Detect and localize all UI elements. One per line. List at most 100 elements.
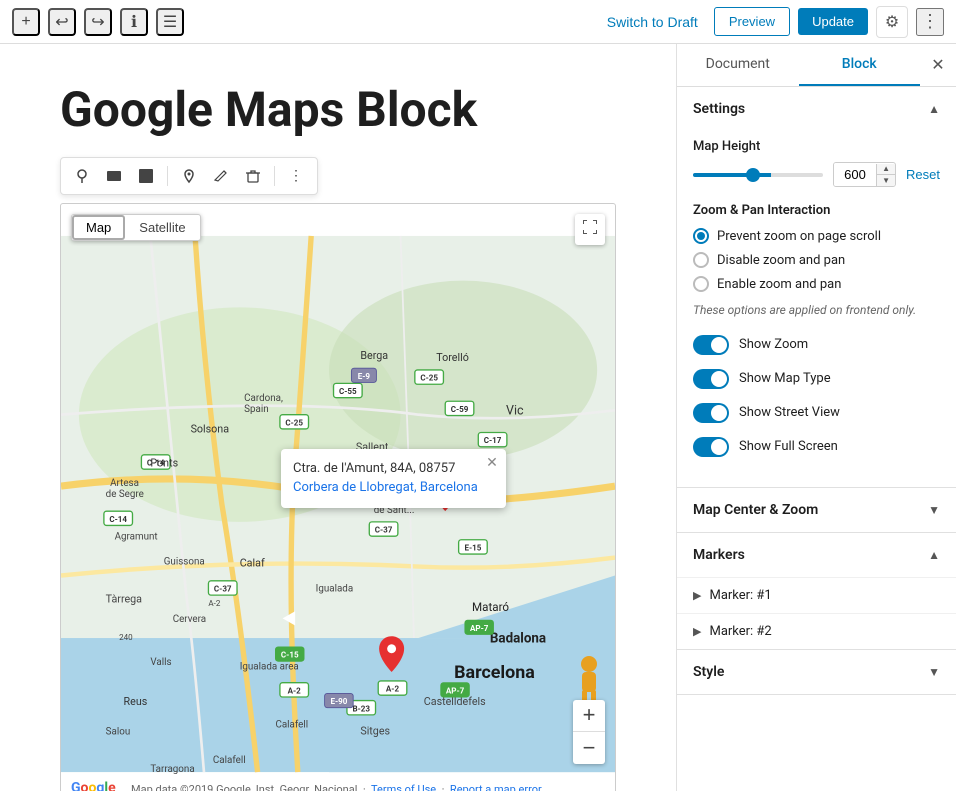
svg-text:Solsona: Solsona xyxy=(191,422,230,435)
more-options-button[interactable]: ⋮ xyxy=(916,8,944,36)
report-link[interactable]: Report a map error xyxy=(450,783,542,791)
svg-text:Tarragona: Tarragona xyxy=(150,764,194,775)
google-logo-text: G xyxy=(71,780,81,791)
svg-text:Salou: Salou xyxy=(106,726,131,737)
marker-1-arrow-icon: ▶ xyxy=(693,589,701,602)
radio-prevent-label: Prevent zoom on page scroll xyxy=(717,229,881,244)
toolbar-layout2-button[interactable] xyxy=(131,162,161,190)
undo-button[interactable]: ↩ xyxy=(48,8,76,36)
svg-text:C-37: C-37 xyxy=(375,525,393,534)
radio-enable-label: Enable zoom and pan xyxy=(717,277,841,292)
height-increment-button[interactable]: ▲ xyxy=(877,164,895,175)
tab-document[interactable]: Document xyxy=(677,44,799,86)
svg-text:C-25: C-25 xyxy=(420,373,438,382)
map-height-row: 600 ▲ ▼ Reset xyxy=(693,162,940,187)
radio-disable[interactable]: Disable zoom and pan xyxy=(693,252,940,268)
radio-enable-indicator xyxy=(693,276,709,292)
svg-text:Tàrrega: Tàrrega xyxy=(106,592,143,605)
update-button[interactable]: Update xyxy=(798,8,868,35)
map-streetview-pegman[interactable] xyxy=(573,654,605,704)
svg-text:Calafell: Calafell xyxy=(275,719,308,730)
toggle-streetview-thumb xyxy=(711,405,727,421)
redo-button[interactable]: ↪ xyxy=(84,8,112,36)
map-data-text: Map data ©2019 Google, Inst. Geogr. Naci… xyxy=(131,783,357,791)
info-button[interactable]: ℹ xyxy=(120,8,148,36)
svg-text:Guissona: Guissona xyxy=(164,557,205,568)
infowindow-address-line1: Ctra. de l'Amunt, 84A, 08757 xyxy=(293,461,455,476)
map-height-slider[interactable] xyxy=(693,173,823,177)
svg-text:Mataró: Mataró xyxy=(472,600,509,614)
map-zoom-controls: + − xyxy=(573,700,605,764)
zoom-in-button[interactable]: + xyxy=(573,700,605,732)
svg-text:AP-7: AP-7 xyxy=(470,624,489,633)
marker-2-arrow-icon: ▶ xyxy=(693,625,701,638)
page-title: Google Maps Block xyxy=(60,84,616,137)
toolbar-divider xyxy=(167,166,168,186)
section-map-center-header[interactable]: Map Center & Zoom ▼ xyxy=(677,488,956,532)
layout1-icon xyxy=(106,168,122,184)
marker-1-item[interactable]: ▶ Marker: #1 xyxy=(677,577,956,613)
section-map-center-title: Map Center & Zoom xyxy=(693,502,818,518)
markers-chevron-up-icon: ▲ xyxy=(928,548,940,562)
toolbar-pencil-button[interactable] xyxy=(206,162,236,190)
map-center-chevron-down-icon: ▼ xyxy=(928,503,940,517)
toggle-fullscreen[interactable] xyxy=(693,437,729,457)
toolbar-marker-button[interactable] xyxy=(67,162,97,190)
section-markers-header[interactable]: Markers ▲ xyxy=(677,533,956,577)
toggle-fullscreen-row: Show Full Screen xyxy=(693,437,940,457)
radio-enable[interactable]: Enable zoom and pan xyxy=(693,276,940,292)
radio-prevent[interactable]: Prevent zoom on page scroll xyxy=(693,228,940,244)
panel-close-button[interactable]: ✕ xyxy=(920,44,956,86)
svg-text:Vic: Vic xyxy=(506,403,524,418)
toolbar-divider2 xyxy=(274,166,275,186)
svg-text:Igualada: Igualada xyxy=(316,583,354,594)
map-type-map-button[interactable]: Map xyxy=(72,215,125,240)
toggle-maptype-row: Show Map Type xyxy=(693,369,940,389)
list-button[interactable]: ☰ xyxy=(156,8,184,36)
section-settings-header[interactable]: Settings ▲ xyxy=(677,87,956,131)
toolbar-pin-button[interactable] xyxy=(174,162,204,190)
toggle-zoom[interactable] xyxy=(693,335,729,355)
fullscreen-icon xyxy=(582,219,598,235)
height-decrement-button[interactable]: ▼ xyxy=(877,175,895,186)
svg-text:C-55: C-55 xyxy=(339,387,357,396)
toggle-streetview[interactable] xyxy=(693,403,729,423)
switch-to-draft-button[interactable]: Switch to Draft xyxy=(599,10,706,34)
svg-text:A-2: A-2 xyxy=(386,684,400,693)
toolbar-layout1-button[interactable] xyxy=(99,162,129,190)
zoom-out-button[interactable]: − xyxy=(573,732,605,764)
svg-text:Artesa: Artesa xyxy=(110,478,139,489)
svg-text:de Segre: de Segre xyxy=(106,489,144,500)
svg-text:C-25: C-25 xyxy=(285,418,303,427)
toolbar-more-button[interactable]: ⋮ xyxy=(281,162,311,190)
toggle-fullscreen-label: Show Full Screen xyxy=(739,439,838,454)
toggle-maptype[interactable] xyxy=(693,369,729,389)
style-chevron-down-icon: ▼ xyxy=(928,665,940,679)
preview-button[interactable]: Preview xyxy=(714,7,790,36)
svg-text:Barcelona: Barcelona xyxy=(454,662,535,683)
tab-block[interactable]: Block xyxy=(799,44,921,86)
height-reset-button[interactable]: Reset xyxy=(906,167,940,182)
settings-button[interactable]: ⚙ xyxy=(876,6,908,38)
svg-text:Valls: Valls xyxy=(150,657,171,668)
svg-text:Torelló: Torelló xyxy=(436,351,469,364)
svg-text:A-2: A-2 xyxy=(208,599,220,608)
marker-2-item[interactable]: ▶ Marker: #2 xyxy=(677,613,956,649)
settings-chevron-up-icon: ▲ xyxy=(928,102,940,116)
editor-area: Google Maps Block xyxy=(0,44,676,791)
svg-text:Agramunt: Agramunt xyxy=(115,532,158,543)
terms-link[interactable]: Terms of Use xyxy=(371,783,436,791)
infowindow-close-button[interactable]: ✕ xyxy=(486,455,498,469)
toggle-maptype-thumb xyxy=(711,371,727,387)
pegman-icon xyxy=(573,654,605,704)
toolbar-delete-button[interactable] xyxy=(238,162,268,190)
pencil-icon xyxy=(213,168,229,184)
map-fullscreen-button[interactable] xyxy=(575,214,605,245)
height-input[interactable]: 600 xyxy=(834,163,876,186)
section-settings-title: Settings xyxy=(693,101,745,117)
infowindow-address-link[interactable]: Corbera de Llobregat, Barcelona xyxy=(293,478,478,498)
section-style-header[interactable]: Style ▼ xyxy=(677,650,956,694)
add-button[interactable]: + xyxy=(12,8,40,36)
toggle-streetview-row: Show Street View xyxy=(693,403,940,423)
map-type-satellite-button[interactable]: Satellite xyxy=(125,215,199,240)
